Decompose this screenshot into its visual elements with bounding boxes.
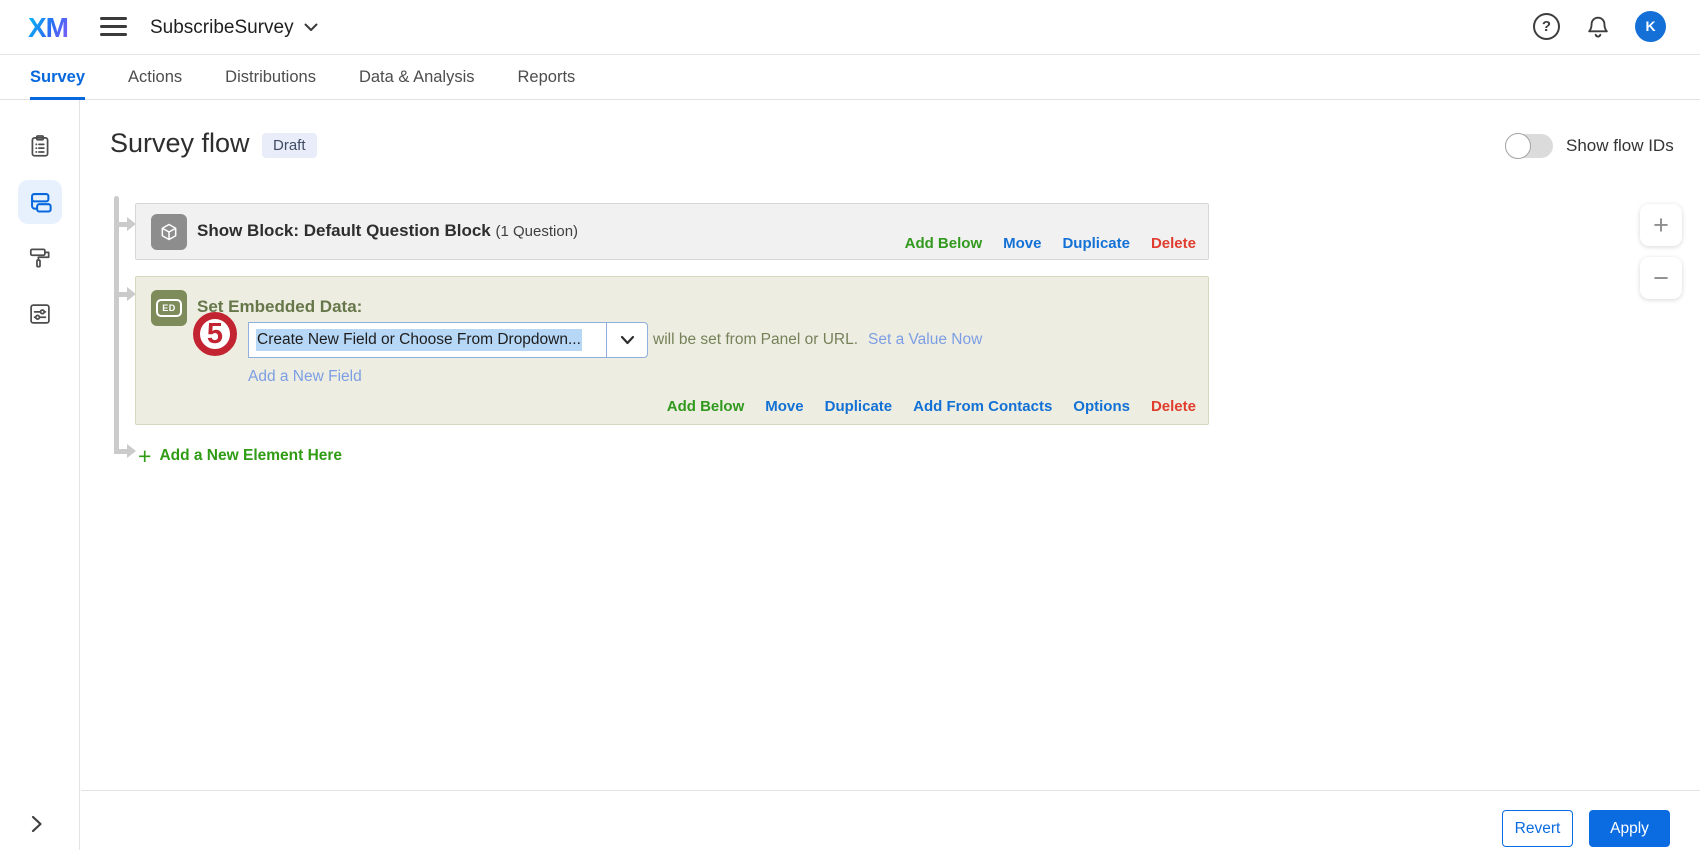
paint-roller-icon <box>29 248 50 268</box>
set-a-value-now-link[interactable]: Set a Value Now <box>868 331 982 349</box>
xm-logo[interactable]: XM <box>28 12 69 44</box>
survey-name-label: SubscribeSurvey <box>150 16 294 38</box>
toggle-knob <box>1505 133 1531 159</box>
delete-link[interactable]: Delete <box>1151 235 1196 252</box>
value-hint-text: will be set from Panel or URL. <box>653 331 859 348</box>
zoom-out-button[interactable]: − <box>1640 257 1682 299</box>
clipboard-icon <box>31 135 49 157</box>
flow-connector-arrow-3 <box>114 444 136 458</box>
plus-icon: + <box>138 443 152 469</box>
chevron-down-icon <box>304 23 318 31</box>
sidebar-item-survey-flow[interactable] <box>18 180 62 224</box>
show-block-question-count: (1 Question) <box>495 223 579 240</box>
flow-connector-trunk <box>114 196 119 454</box>
add-below-link[interactable]: Add Below <box>905 235 983 252</box>
duplicate-link[interactable]: Duplicate <box>1062 235 1130 252</box>
flow-connector-arrow-1 <box>114 217 136 231</box>
show-block-title: Show Block: Default Question Block (1 Qu… <box>197 221 579 240</box>
add-a-new-field-link[interactable]: Add a New Field <box>248 368 362 386</box>
status-badge-draft: Draft <box>262 133 317 158</box>
footer-divider <box>81 790 1700 791</box>
move-link[interactable]: Move <box>765 398 803 415</box>
duplicate-link[interactable]: Duplicate <box>825 398 893 415</box>
add-new-element-link[interactable]: + Add a New Element Here <box>138 443 343 469</box>
zoom-in-button[interactable]: + <box>1640 204 1682 246</box>
embedded-data-actions: Add Below Move Duplicate Add From Contac… <box>667 398 1196 415</box>
survey-flow-icon <box>30 192 52 213</box>
options-link[interactable]: Options <box>1073 398 1130 415</box>
survey-options-icon <box>30 304 50 324</box>
field-dropdown-button[interactable] <box>606 322 648 358</box>
flow-element-show-block[interactable]: Show Block: Default Question Block (1 Qu… <box>135 203 1209 260</box>
embedded-data-field-input[interactable]: Create New Field or Choose From Dropdown… <box>248 322 607 358</box>
survey-flow-page: XM SubscribeSurvey ? K Survey Actions Di… <box>0 0 1700 850</box>
annotation-step-5-circle: 5 <box>193 312 237 356</box>
survey-name-menu[interactable]: SubscribeSurvey <box>150 0 318 55</box>
delete-link[interactable]: Delete <box>1151 398 1196 415</box>
tab-reports[interactable]: Reports <box>518 55 576 99</box>
left-sidebar-rail <box>0 100 80 850</box>
main-nav-tabs: Survey Actions Distributions Data & Anal… <box>0 55 1700 100</box>
sidebar-item-survey-builder[interactable] <box>18 124 62 168</box>
block-cube-icon <box>151 214 187 250</box>
flow-connector-arrow-2 <box>114 287 136 301</box>
move-link[interactable]: Move <box>1003 235 1041 252</box>
sidebar-item-survey-options[interactable] <box>18 292 62 336</box>
sidebar-expand-chevron[interactable] <box>30 814 52 838</box>
apply-button[interactable]: Apply <box>1589 810 1670 847</box>
tab-actions[interactable]: Actions <box>128 55 182 99</box>
tab-data-analysis[interactable]: Data & Analysis <box>359 55 475 99</box>
embedded-data-icon: ED <box>151 290 187 326</box>
show-flow-ids-toggle[interactable] <box>1505 133 1553 159</box>
add-new-element-label: Add a New Element Here <box>159 447 343 464</box>
tab-survey[interactable]: Survey <box>30 55 86 100</box>
help-icon[interactable]: ? <box>1533 13 1560 40</box>
hamburger-menu-icon[interactable] <box>100 17 127 38</box>
tab-distributions[interactable]: Distributions <box>225 55 316 99</box>
add-below-link[interactable]: Add Below <box>667 398 745 415</box>
revert-button[interactable]: Revert <box>1502 810 1573 847</box>
chevron-down-icon <box>620 335 634 345</box>
selected-field-text: Create New Field or Choose From Dropdown… <box>256 329 582 351</box>
top-bar: XM SubscribeSurvey ? K <box>0 0 1700 55</box>
sidebar-item-look-and-feel[interactable] <box>18 236 62 280</box>
notifications-bell-icon[interactable] <box>1584 13 1612 41</box>
add-from-contacts-link[interactable]: Add From Contacts <box>913 398 1052 415</box>
show-block-actions: Add Below Move Duplicate Delete <box>905 235 1196 252</box>
page-title: Survey flow <box>110 128 250 158</box>
user-avatar[interactable]: K <box>1635 11 1666 42</box>
show-flow-ids-label: Show flow IDs <box>1566 136 1674 155</box>
